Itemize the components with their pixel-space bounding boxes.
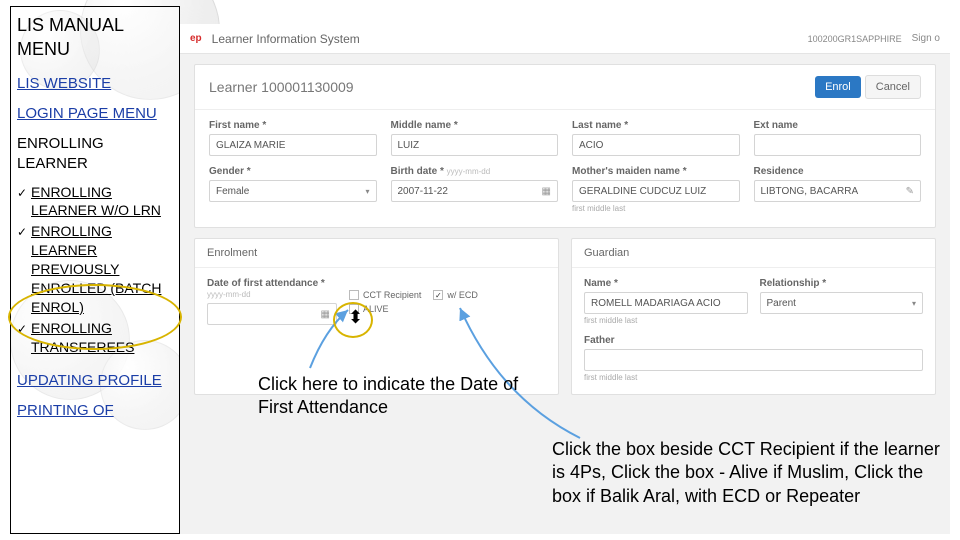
field-value: GERALDINE CUDCUZ LUIZ bbox=[579, 186, 733, 197]
nav-login-page-menu[interactable]: LOGIN PAGE MENU bbox=[17, 104, 173, 124]
birth-date-input[interactable]: 2007-11-22▦ bbox=[391, 180, 559, 202]
panel-header: Learner 100001130009 Enrol Cancel bbox=[195, 65, 935, 110]
field-label: First name * bbox=[209, 120, 377, 131]
manual-menu-sidebar: LIS MANUAL MENU LIS WEBSITE LOGIN PAGE M… bbox=[10, 6, 180, 534]
chevron-down-icon bbox=[912, 298, 916, 309]
subpanel-title: Guardian bbox=[572, 239, 935, 268]
cancel-button[interactable]: Cancel bbox=[865, 75, 921, 99]
guardian-panel: Guardian Name * ROMELL MADARIAGA ACIO fi… bbox=[571, 238, 936, 395]
ext-name-field: Ext name bbox=[754, 120, 922, 156]
maiden-name-input[interactable]: GERALDINE CUDCUZ LUIZ bbox=[572, 180, 740, 202]
guardian-relationship-field: Relationship * Parent bbox=[760, 278, 924, 325]
date-first-attendance-input[interactable]: ▦ bbox=[207, 303, 337, 325]
dep-logo-fragment: ep bbox=[190, 33, 202, 44]
checkbox-label: CCT Recipient bbox=[363, 290, 421, 300]
panel-title-prefix: Learner bbox=[209, 79, 257, 95]
panel-title-id: 100001130009 bbox=[261, 79, 353, 95]
guardian-name-input[interactable]: ROMELL MADARIAGA ACIO bbox=[584, 292, 748, 314]
gender-field: Gender * Female bbox=[209, 166, 377, 213]
field-label: Birth date * bbox=[391, 166, 444, 177]
highlight-oval bbox=[8, 284, 182, 350]
checkbox-icon: ✓ bbox=[433, 290, 443, 300]
learner-panel: Learner 100001130009 Enrol Cancel First … bbox=[194, 64, 936, 228]
field-label: Date of first attendance * bbox=[207, 278, 325, 289]
enrolment-panel: Enrolment Date of first attendance * yyy… bbox=[194, 238, 559, 395]
placeholder-hint: yyyy-mm-dd bbox=[447, 167, 491, 176]
field-value: Female bbox=[216, 186, 365, 197]
field-label: Middle name * bbox=[391, 120, 559, 131]
annotation-text: Click here to indicate the Date of First… bbox=[258, 373, 528, 420]
chevron-down-icon bbox=[365, 186, 369, 197]
with-ecd-checkbox[interactable]: ✓ w/ ECD bbox=[433, 290, 478, 300]
sidebar-title: LIS MANUAL MENU bbox=[17, 13, 173, 62]
placeholder-hint: yyyy-mm-dd bbox=[207, 290, 251, 299]
sidebar-heading: ENROLLING LEARNER bbox=[17, 134, 173, 175]
edit-icon[interactable] bbox=[906, 186, 914, 197]
enrol-button[interactable]: Enrol bbox=[815, 76, 861, 98]
father-input[interactable] bbox=[584, 349, 923, 371]
field-label: Mother's maiden name * bbox=[572, 166, 740, 177]
field-label: Gender * bbox=[209, 166, 377, 177]
sidebar-list-item[interactable]: ✓ENROLLING LEARNER W/O LRN bbox=[17, 183, 173, 221]
guardian-name-field: Name * ROMELL MADARIAGA ACIO first middl… bbox=[584, 278, 748, 325]
ext-name-input[interactable] bbox=[754, 134, 922, 156]
gender-select[interactable]: Female bbox=[209, 180, 377, 202]
subpanel-title: Enrolment bbox=[195, 239, 558, 268]
check-icon: ✓ bbox=[17, 185, 31, 201]
signout-link[interactable]: Sign o bbox=[912, 33, 940, 44]
nav-lis-website[interactable]: LIS WEBSITE bbox=[17, 74, 173, 94]
field-value: ACIO bbox=[579, 140, 733, 151]
checkbox-label: w/ ECD bbox=[447, 290, 478, 300]
field-sublabel: first middle last bbox=[584, 316, 748, 325]
middle-name-field: Middle name * LUIZ bbox=[391, 120, 559, 156]
nav-printing-of[interactable]: PRINTING OF bbox=[17, 401, 173, 421]
last-name-input[interactable]: ACIO bbox=[572, 134, 740, 156]
father-field: Father first middle last bbox=[584, 335, 923, 382]
field-label: Last name * bbox=[572, 120, 740, 131]
check-icon: ✓ bbox=[17, 224, 31, 240]
learner-form: First name * GLAIZA MARIE Middle name * … bbox=[195, 110, 935, 227]
field-value: Parent bbox=[767, 298, 912, 309]
annotation-text: Click the box beside CCT Recipient if th… bbox=[552, 438, 952, 508]
field-label: Father bbox=[584, 335, 923, 346]
field-value: LUIZ bbox=[398, 140, 552, 151]
field-value: LIBTONG, BACARRA bbox=[761, 186, 906, 197]
checkbox-icon bbox=[349, 290, 359, 300]
field-value: GLAIZA MARIE bbox=[216, 140, 370, 151]
calendar-icon: ▦ bbox=[542, 186, 551, 197]
sidebar-item-label: ENROLLING LEARNER W/O LRN bbox=[31, 183, 173, 221]
nav-updating-profile[interactable]: UPDATING PROFILE bbox=[17, 371, 173, 391]
app-title: Learner Information System bbox=[212, 32, 360, 46]
last-name-field: Last name * ACIO bbox=[572, 120, 740, 156]
field-label: Relationship * bbox=[760, 278, 924, 289]
first-name-field: First name * GLAIZA MARIE bbox=[209, 120, 377, 156]
residence-input[interactable]: LIBTONG, BACARRA bbox=[754, 180, 922, 202]
field-sublabel: first middle last bbox=[584, 373, 923, 382]
field-value: 2007-11-22 bbox=[398, 186, 542, 197]
cursor-icon: ⬍ bbox=[348, 307, 363, 328]
field-label: Ext name bbox=[754, 120, 922, 131]
field-label: Residence bbox=[754, 166, 922, 177]
field-value: ROMELL MADARIAGA ACIO bbox=[591, 298, 741, 309]
first-name-input[interactable]: GLAIZA MARIE bbox=[209, 134, 377, 156]
app-header: ep Learner Information System 100200GR1S… bbox=[180, 24, 950, 54]
birth-date-field: Birth date * yyyy-mm-dd 2007-11-22▦ bbox=[391, 166, 559, 213]
date-first-attendance-field: Date of first attendance * yyyy-mm-dd ▦ bbox=[207, 278, 337, 325]
maiden-name-field: Mother's maiden name * GERALDINE CUDCUZ … bbox=[572, 166, 740, 213]
guardian-relationship-select[interactable]: Parent bbox=[760, 292, 924, 314]
field-sublabel: first middle last bbox=[572, 204, 740, 213]
cct-recipient-checkbox[interactable]: CCT Recipient bbox=[349, 290, 421, 300]
calendar-icon[interactable]: ▦ bbox=[321, 309, 330, 320]
middle-name-input[interactable]: LUIZ bbox=[391, 134, 559, 156]
field-label: Name * bbox=[584, 278, 748, 289]
user-id: 100200GR1SAPPHIRE bbox=[808, 34, 902, 44]
residence-field: Residence LIBTONG, BACARRA bbox=[754, 166, 922, 213]
